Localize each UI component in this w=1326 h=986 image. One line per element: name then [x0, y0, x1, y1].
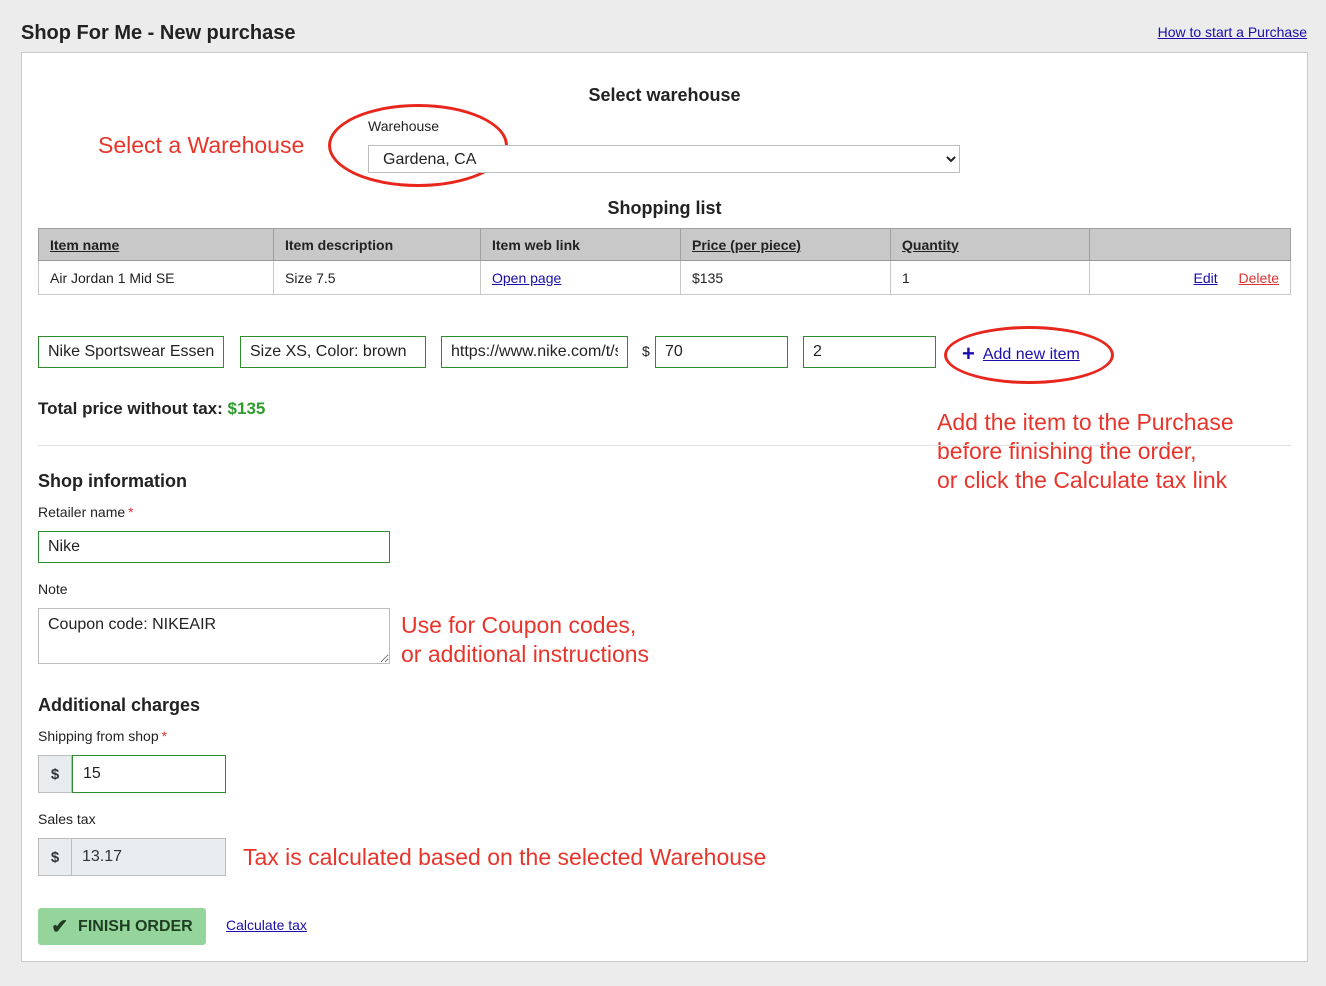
new-item-quantity-input[interactable]	[803, 336, 936, 368]
warehouse-label: Warehouse	[368, 118, 440, 134]
calculate-tax-link[interactable]: Calculate tax	[226, 917, 307, 933]
shipping-input-group: $	[38, 755, 226, 793]
annotation-tax: Tax is calculated based on the selected …	[243, 844, 767, 870]
column-actions	[1089, 228, 1291, 261]
retailer-label: Retailer name *	[38, 504, 134, 520]
edit-item-link[interactable]: Edit	[1194, 270, 1218, 286]
new-item-description-input[interactable]	[240, 336, 426, 368]
column-item-name[interactable]: Item name	[38, 228, 274, 261]
purchase-panel: Select warehouse Select a Warehouse Ware…	[21, 52, 1308, 962]
column-item-web-link: Item web link	[480, 228, 681, 261]
charges-heading: Additional charges	[38, 695, 201, 715]
column-item-description: Item description	[273, 228, 481, 261]
warehouse-heading: Select warehouse	[588, 85, 741, 105]
shipping-label-text: Shipping from shop	[38, 728, 159, 744]
column-price[interactable]: Price (per piece)	[680, 228, 891, 261]
delete-item-link[interactable]: Delete	[1239, 270, 1279, 286]
required-mark: *	[128, 504, 134, 520]
note-textarea[interactable]: Coupon code: NIKEAIR	[38, 608, 390, 664]
new-item-name-input[interactable]	[38, 336, 224, 368]
table-header-row: Item name Item description Item web link…	[38, 228, 1291, 261]
check-icon: ✔	[51, 916, 69, 938]
annotation-coupon-line2: or additional instructions	[401, 641, 650, 667]
dollar-addon: $	[38, 755, 72, 793]
annotation-add-item-line3: or click the Calculate tax link	[937, 467, 1228, 493]
column-quantity[interactable]: Quantity	[890, 228, 1090, 261]
annotation-ellipse-add-item	[944, 326, 1114, 384]
cell-item-name: Air Jordan 1 Mid SE	[38, 260, 274, 295]
new-item-link-input[interactable]	[441, 336, 628, 368]
retailer-name-input[interactable]	[38, 531, 390, 563]
dollar-addon: $	[38, 838, 72, 876]
cell-quantity: 1	[890, 260, 1090, 295]
help-link[interactable]: How to start a Purchase	[1158, 24, 1307, 40]
annotation-select-warehouse: Select a Warehouse	[98, 132, 305, 158]
finish-order-label: FINISH ORDER	[78, 917, 193, 935]
sales-tax-label: Sales tax	[38, 811, 96, 827]
table-row: Air Jordan 1 Mid SE Size 7.5 Open page $…	[38, 260, 1291, 295]
cell-actions: Edit Delete	[1089, 260, 1291, 295]
total-price-label: Total price without tax:	[38, 399, 223, 418]
annotation-add-item-line1: Add the item to the Purchase	[937, 409, 1234, 435]
annotation-add-item-line2: before finishing the order,	[937, 438, 1197, 464]
sales-tax-input	[72, 838, 226, 876]
cell-price: $135	[680, 260, 891, 295]
total-price-value: $135	[227, 399, 266, 418]
new-item-price-input[interactable]	[655, 336, 788, 368]
section-divider	[38, 445, 1291, 446]
shop-info-heading: Shop information	[38, 471, 187, 491]
required-mark: *	[161, 728, 168, 744]
shopping-list-table: Item name Item description Item web link…	[38, 228, 1291, 295]
new-item-currency: $	[642, 343, 650, 359]
retailer-label-text: Retailer name	[38, 504, 126, 520]
shipping-label: Shipping from shop *	[38, 728, 167, 744]
page-title: Shop For Me - New purchase	[21, 22, 296, 44]
note-label: Note	[38, 581, 68, 597]
finish-order-button[interactable]: ✔ FINISH ORDER	[38, 908, 206, 945]
annotation-coupon: Use for Coupon codes, or additional inst…	[401, 611, 649, 669]
shipping-input[interactable]	[72, 755, 226, 793]
warehouse-select[interactable]: Gardena, CA	[368, 145, 960, 173]
shopping-list-heading: Shopping list	[607, 198, 722, 218]
sales-tax-input-group: $	[38, 838, 226, 876]
cell-item-description: Size 7.5	[273, 260, 481, 295]
annotation-add-item: Add the item to the Purchase before fini…	[937, 408, 1234, 495]
cell-item-link: Open page	[480, 260, 681, 295]
total-price: Total price without tax: $135	[38, 399, 265, 419]
annotation-coupon-line1: Use for Coupon codes,	[401, 612, 637, 638]
open-page-link[interactable]: Open page	[492, 270, 561, 286]
